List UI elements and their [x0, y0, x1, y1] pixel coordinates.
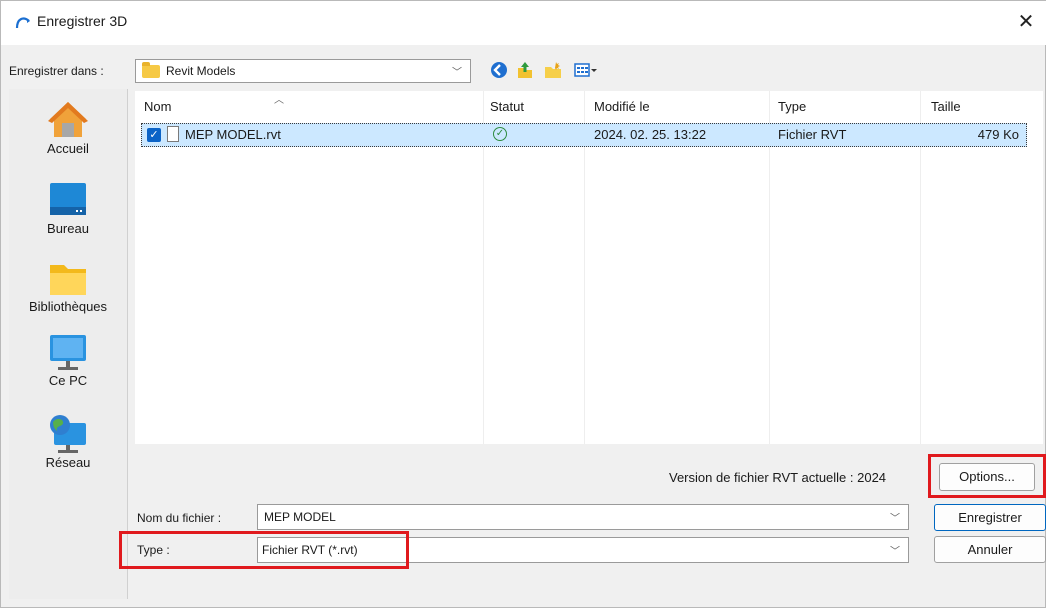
column-header-type[interactable]: Type — [778, 99, 806, 114]
save-in-value: Revit Models — [166, 64, 236, 78]
column-header-size[interactable]: Taille — [931, 99, 961, 114]
place-label: Bibliothèques — [28, 299, 108, 314]
save-in-dropdown[interactable]: Revit Models ﹀ — [135, 59, 471, 83]
chevron-down-icon: ﹀ — [452, 67, 462, 79]
cancel-label: Annuler — [967, 542, 1013, 557]
place-desktop[interactable]: Bureau — [9, 181, 127, 236]
file-type: Fichier RVT — [778, 127, 847, 142]
column-header-name[interactable]: Nom — [144, 99, 171, 114]
file-name: MEP MODEL.rvt — [185, 127, 281, 142]
file-size: 479 Ko — [977, 127, 1019, 142]
libraries-icon — [50, 265, 86, 295]
save-in-label: Enregistrer dans : — [9, 64, 104, 78]
place-network[interactable]: Réseau — [9, 413, 127, 470]
file-icon — [167, 126, 179, 142]
filename-label: Nom du fichier : — [137, 511, 222, 525]
up-folder-icon[interactable] — [515, 60, 535, 80]
back-icon[interactable] — [489, 60, 509, 80]
place-label: Accueil — [47, 141, 89, 156]
view-menu-icon[interactable] — [573, 60, 599, 80]
highlight-box-type — [119, 531, 409, 569]
place-this-pc[interactable]: Ce PC — [9, 333, 127, 388]
close-button[interactable]: ✕ — [1015, 11, 1037, 33]
chevron-down-icon: ﹀ — [890, 546, 900, 558]
save-label: Enregistrer — [958, 510, 1022, 525]
column-header-modified[interactable]: Modifié le — [594, 99, 650, 114]
column-header-status[interactable]: Statut — [490, 99, 524, 114]
checkbox-checked-icon[interactable]: ✓ — [147, 128, 161, 142]
status-ok-icon: ✓ — [493, 127, 507, 141]
place-label: Ce PC — [48, 373, 88, 388]
title-bar: Enregistrer 3D ✕ — [1, 1, 1046, 45]
desktop-icon — [50, 183, 86, 215]
this-pc-icon — [50, 335, 86, 370]
place-label: Bureau — [47, 221, 89, 236]
filename-input[interactable]: MEP MODEL ﹀ — [257, 504, 909, 530]
new-folder-icon[interactable] — [543, 60, 563, 80]
save-button[interactable]: Enregistrer — [934, 504, 1046, 531]
chevron-down-icon: ﹀ — [890, 513, 900, 525]
highlight-box-options — [928, 454, 1046, 498]
home-icon — [48, 102, 88, 137]
rvt-version-text: Version de fichier RVT actuelle : 2024 — [669, 470, 887, 485]
place-libraries[interactable]: Bibliothèques — [9, 261, 127, 314]
filename-value: MEP MODEL — [264, 510, 336, 524]
network-icon — [50, 415, 86, 453]
place-label: Réseau — [45, 455, 91, 470]
revit-arc-icon — [15, 17, 30, 29]
folder-icon — [142, 62, 160, 78]
save-dialog: Enregistrer 3D ✕ Enregistrer dans : Revi… — [0, 0, 1046, 608]
dialog-title: Enregistrer 3D — [37, 13, 128, 29]
cancel-button[interactable]: Annuler — [934, 536, 1046, 563]
places-bar: Accueil Bureau Bibliothèques Ce PC Résea… — [9, 89, 128, 599]
file-modified: 2024. 02. 25. 13:22 — [594, 127, 707, 142]
sort-ascending-icon: ︿ — [274, 95, 284, 106]
place-home[interactable]: Accueil — [9, 99, 127, 156]
